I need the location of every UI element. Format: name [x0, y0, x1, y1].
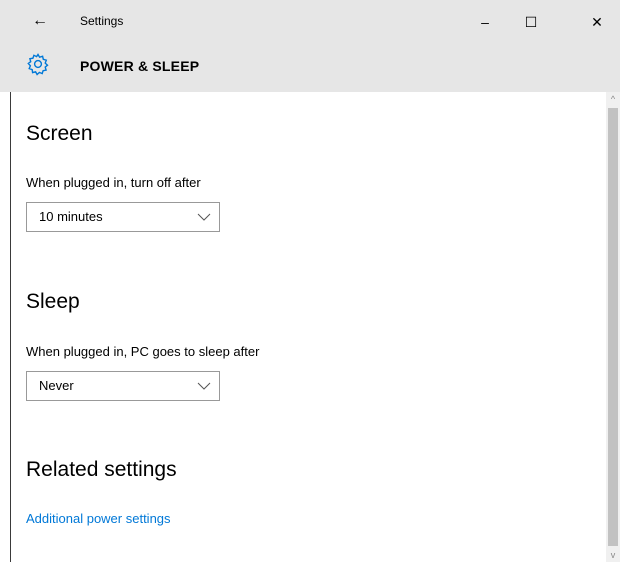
sleep-timeout-label: When plugged in, PC goes to sleep after: [26, 344, 260, 359]
scroll-down-arrow-icon[interactable]: v: [606, 548, 620, 562]
maximize-button[interactable]: ☐: [508, 0, 554, 44]
chevron-down-icon: [197, 213, 211, 221]
additional-power-settings-link[interactable]: Additional power settings: [26, 511, 171, 526]
screen-timeout-dropdown[interactable]: 10 minutes: [26, 202, 220, 232]
gear-icon: [27, 53, 49, 76]
screen-timeout-value: 10 minutes: [39, 209, 103, 224]
close-button[interactable]: ✕: [574, 0, 620, 44]
settings-content: Screen When plugged in, turn off after 1…: [0, 92, 606, 562]
vertical-scrollbar[interactable]: ^ v: [606, 92, 620, 562]
minimize-button[interactable]: –: [462, 0, 508, 44]
screen-timeout-label: When plugged in, turn off after: [26, 175, 201, 190]
screen-heading: Screen: [26, 122, 93, 145]
sleep-heading: Sleep: [26, 290, 80, 313]
sleep-timeout-value: Never: [39, 378, 74, 393]
related-settings-heading: Related settings: [26, 458, 177, 481]
sleep-timeout-dropdown[interactable]: Never: [26, 371, 220, 401]
chevron-down-icon: [197, 382, 211, 390]
back-button[interactable]: ←: [30, 6, 50, 36]
title-bar: ← Settings – ☐ ✕: [0, 0, 620, 44]
scroll-thumb[interactable]: [608, 108, 618, 546]
window-title: Settings: [80, 14, 124, 28]
scroll-up-arrow-icon[interactable]: ^: [606, 92, 620, 106]
page-title: POWER & SLEEP: [80, 58, 200, 74]
